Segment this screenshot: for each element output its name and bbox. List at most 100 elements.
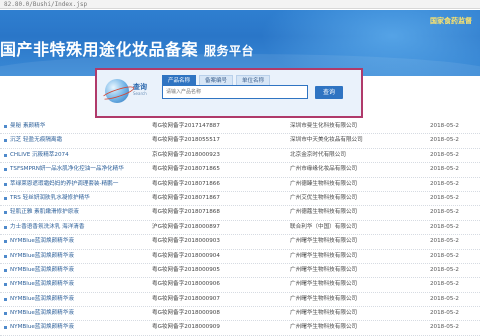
record-date: 2018-05-2 bbox=[430, 151, 459, 158]
record-product-name[interactable]: 曼秘 素颜精华 bbox=[10, 120, 138, 133]
record-row[interactable]: NYMBlue蓝润焕颜精华液 粤G妆网备字2018000905 广州曙华生物科技有限… bbox=[0, 264, 480, 279]
record-date: 2018-05-2 bbox=[430, 324, 459, 331]
record-date: 2018-05-2 bbox=[430, 281, 459, 288]
record-company: 广州曙华生物科技有限公司 bbox=[290, 266, 358, 273]
address-bar[interactable]: 82.80.0/Bushi/Index.jsp bbox=[0, 0, 480, 9]
record-product-name[interactable]: NYMBlue蓝润焕颜精华液 bbox=[10, 307, 138, 320]
record-date: 2018-05-2 bbox=[430, 295, 459, 302]
record-number: 粤G妆网备字2017147887 bbox=[152, 123, 220, 129]
bullet-icon bbox=[4, 182, 7, 186]
record-product-name[interactable]: 萃绿莱恩遮瑕霜妈妈的养护调理套装-精鹏一 bbox=[10, 178, 138, 191]
record-date: 2018-05-2 bbox=[430, 209, 459, 216]
record-list: 曼秘 素颜精华 粤G妆网备字2017147887 深圳市曼生化科技有限公司 2018-… bbox=[0, 120, 480, 336]
record-date: 2018-05-2 bbox=[430, 310, 459, 317]
record-date: 2018-05-2 bbox=[430, 166, 459, 173]
record-company: 广州德蔻生物科技有限公司 bbox=[290, 209, 358, 216]
record-number: 粤G妆网备字2018000908 bbox=[152, 310, 220, 317]
record-date: 2018-05-2 bbox=[430, 266, 459, 273]
record-number: 粤G妆网备字2018071865 bbox=[152, 166, 220, 173]
record-date: 2018-05-2 bbox=[430, 180, 459, 187]
record-number: 粤G妆网备字2018000903 bbox=[152, 238, 220, 245]
record-company: 深圳市曼生化科技有限公司 bbox=[290, 123, 358, 129]
record-date: 2018-05-2 bbox=[430, 238, 459, 245]
record-product-name[interactable]: NYMBlue蓝润焕颜精华液 bbox=[10, 321, 138, 334]
record-company: 广州艾优生物科技有限公司 bbox=[290, 194, 358, 201]
record-company: 广州曙华生物科技有限公司 bbox=[290, 310, 358, 317]
bullet-icon bbox=[4, 139, 7, 143]
bullet-icon bbox=[4, 326, 7, 330]
record-date: 2018-05-2 bbox=[430, 252, 459, 259]
record-company: 广州市缘缘化妆品有限公司 bbox=[290, 166, 358, 173]
site-subtitle: 服务平台 bbox=[204, 44, 255, 58]
record-product-name[interactable]: NYMBlue蓝润焕颜精华液 bbox=[10, 293, 138, 306]
bullet-icon bbox=[4, 125, 7, 128]
record-number: 粤G妆网备字2018000906 bbox=[152, 281, 220, 288]
search-input[interactable] bbox=[162, 85, 308, 99]
record-company: 深圳市中天美化妆品有限公司 bbox=[290, 137, 363, 144]
bullet-icon bbox=[4, 240, 7, 244]
record-company: 联合利华（中国）有限公司 bbox=[290, 223, 358, 230]
record-date: 2018-05-2 bbox=[430, 223, 459, 230]
record-product-name[interactable]: 沉芝 轻盈无痕隔离霜 bbox=[10, 134, 138, 147]
record-number: 沪G妆网备字2018000897 bbox=[152, 223, 220, 230]
tab-company-name[interactable]: 单位名称 bbox=[236, 75, 271, 85]
record-product-name[interactable]: NYMBlue蓝润焕颜精华液 bbox=[10, 264, 138, 277]
record-row[interactable]: NYMBlue蓝润焕颜精华液 粤G妆网备字2018000909 广州曙华生物科技有限… bbox=[0, 321, 480, 336]
record-product-name[interactable]: 轻肌正雅 素肌嫩滑修护原液 bbox=[10, 206, 138, 219]
record-product-name[interactable]: CHLIVE 沉筱精萃2074 bbox=[10, 149, 138, 162]
search-button[interactable]: 查询 bbox=[315, 86, 343, 99]
record-company: 广州德臻生物科技有限公司 bbox=[290, 180, 358, 187]
record-row[interactable]: NYMBlue蓝润焕颜精华液 粤G妆网备字2018000906 广州曙华生物科技有限… bbox=[0, 278, 480, 293]
record-row[interactable]: NYMBlue蓝润焕颜精华液 粤G妆网备字2018000903 广州曙华生物科技有限… bbox=[0, 235, 480, 250]
record-product-name[interactable]: NYMBlue蓝润焕颜精华液 bbox=[10, 278, 138, 291]
site-title: 国产非特殊用途化妆品备案 服务平台 bbox=[0, 36, 254, 60]
record-row[interactable]: NYMBlue蓝润焕颜精华液 粤G妆网备字2018000907 广州曙华生物科技有限… bbox=[0, 293, 480, 308]
record-number: 粤G妆网备字2018000907 bbox=[152, 295, 220, 302]
record-number: 粤G妆网备字2018000904 bbox=[152, 252, 220, 259]
site-banner: 国产非特殊用途化妆品备案 服务平台 国家食药监督 bbox=[0, 10, 480, 76]
bullet-icon bbox=[4, 283, 7, 287]
bullet-icon bbox=[4, 268, 7, 272]
record-number: 粤G妆网备字2018055517 bbox=[152, 137, 220, 144]
record-number: 京G妆网备字2018000923 bbox=[152, 151, 220, 158]
bullet-icon bbox=[4, 254, 7, 258]
record-number: 粤G妆网备字2018071867 bbox=[152, 194, 220, 201]
record-number: 粤G妆网备字2018071868 bbox=[152, 209, 220, 216]
record-number: 粤G妆网备字2018071866 bbox=[152, 180, 220, 187]
record-company: 广州曙华生物科技有限公司 bbox=[290, 295, 358, 302]
bullet-icon bbox=[4, 225, 7, 229]
record-row[interactable]: NYMBlue蓝润焕颜精华液 粤G妆网备字2018000908 广州曙华生物科技有限… bbox=[0, 307, 480, 322]
bullet-icon bbox=[4, 312, 7, 316]
record-number: 粤G妆网备字2018000905 bbox=[152, 266, 220, 273]
record-row[interactable]: NYMBlue蓝润焕颜精华液 粤G妆网备字2018000904 广州曙华生物科技有限… bbox=[0, 250, 480, 264]
record-row[interactable]: 沉芝 轻盈无痕隔离霜 粤G妆网备字2018055517 深圳市中天美化妆品有限公司 2… bbox=[0, 134, 480, 149]
search-panel: 查询 Search 产品名称 备案编号 单位名称 查询 bbox=[95, 68, 363, 118]
tab-record-number[interactable]: 备案编号 bbox=[199, 75, 234, 85]
record-company: 广州曙华生物科技有限公司 bbox=[290, 238, 358, 245]
record-date: 2018-05-2 bbox=[430, 194, 459, 201]
record-date: 2018-05-2 bbox=[430, 123, 459, 129]
record-row[interactable]: 萃绿莱恩遮瑕霜妈妈的养护调理套装-精鹏一 粤G妆网备字2018071866 广州德臻… bbox=[0, 178, 480, 192]
record-company: 广州曙华生物科技有限公司 bbox=[290, 324, 358, 331]
bullet-icon bbox=[4, 153, 7, 157]
record-row[interactable]: 曼秘 素颜精华 粤G妆网备字2017147887 深圳市曼生化科技有限公司 2018-… bbox=[0, 120, 480, 135]
record-product-name[interactable]: TSFSMPRN妍一品水肌净化控油一品净化精华 bbox=[10, 163, 138, 176]
bullet-icon bbox=[4, 211, 7, 215]
record-row[interactable]: 轻肌正雅 素肌嫩滑修护原液 粤G妆网备字2018071868 广州德蔻生物科技有限公… bbox=[0, 206, 480, 221]
record-number: 粤G妆网备字2018000909 bbox=[152, 324, 220, 331]
record-row[interactable]: 力士香语香氛洗沐乳 海洋清香 沪G妆网备字2018000897 联合利华（中国）有限… bbox=[0, 221, 480, 236]
record-product-name[interactable]: NYMBlue蓝润焕颜精华液 bbox=[10, 235, 138, 248]
record-company: 广州曙华生物科技有限公司 bbox=[290, 252, 358, 259]
bullet-icon bbox=[4, 168, 7, 172]
record-row[interactable]: TSFSMPRN妍一品水肌净化控油一品净化精华 粤G妆网备字2018071865 广… bbox=[0, 163, 480, 178]
record-product-name[interactable]: TRS 轻丝妍润肤乳水凝修护精华 bbox=[10, 192, 138, 205]
top-link[interactable]: 国家食药监督 bbox=[430, 16, 472, 26]
record-row[interactable]: TRS 轻丝妍润肤乳水凝修护精华 粤G妆网备字2018071867 广州艾优生物科技… bbox=[0, 192, 480, 207]
tab-product-name[interactable]: 产品名称 bbox=[162, 75, 197, 85]
site-title-text: 国产非特殊用途化妆品备案 bbox=[0, 40, 199, 59]
record-company: 北京金京时代有限公司 bbox=[290, 151, 346, 158]
bullet-icon bbox=[4, 297, 7, 301]
record-product-name[interactable]: 力士香语香氛洗沐乳 海洋清香 bbox=[10, 221, 138, 234]
record-product-name[interactable]: NYMBlue蓝润焕颜精华液 bbox=[10, 250, 138, 263]
record-row[interactable]: CHLIVE 沉筱精萃2074 京G妆网备字2018000923 北京金京时代有限公… bbox=[0, 149, 480, 164]
